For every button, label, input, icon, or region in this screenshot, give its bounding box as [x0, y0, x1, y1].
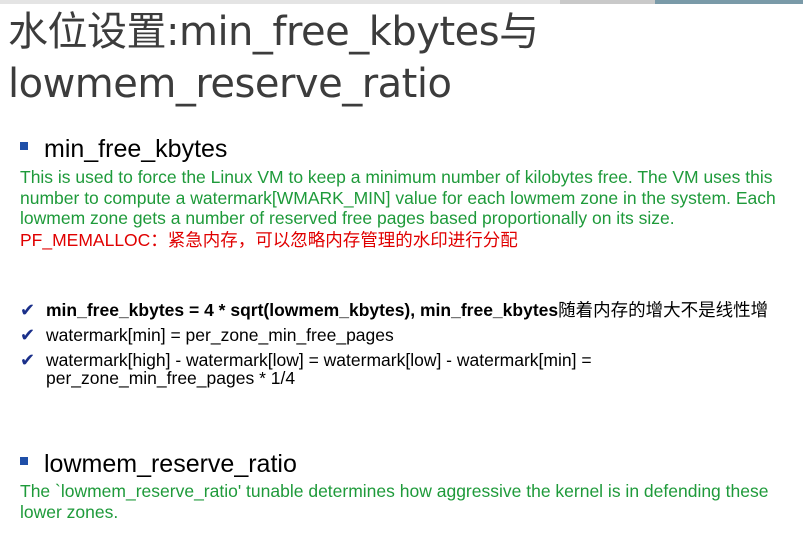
section-description: The `lowmem_reserve_ratio' tunable deter… [20, 481, 769, 522]
section-heading: lowmem_reserve_ratio [44, 449, 297, 478]
check-mark-icon: ✔ [20, 350, 36, 370]
check-item: ✔ min_free_kbytes = 4 * sqrt(lowmem_kbyt… [20, 301, 800, 319]
check-item: ✔ watermark[high] - watermark[low] = wat… [20, 351, 800, 387]
section-heading-row: lowmem_reserve_ratio [20, 449, 790, 479]
slide-title: 水位设置:min_free_kbytes与 lowmem_reserve_rat… [8, 6, 539, 110]
section-min-free-kbytes: min_free_kbytes This is used to force th… [20, 134, 790, 251]
check-item-rest: 随着内存的增大不是线性增 [558, 300, 769, 320]
check-item-text: watermark[min] = per_zone_min_free_pages [46, 325, 394, 345]
section-note: PF_MEMALLOC：紧急内存，可以忽略内存管理的水印进行分配 [20, 229, 518, 250]
check-item: ✔ watermark[min] = per_zone_min_free_pag… [20, 326, 800, 344]
check-item-text: watermark[high] - watermark[low] = water… [46, 350, 592, 388]
section-description: This is used to force the Linux VM to ke… [20, 167, 776, 228]
check-mark-icon: ✔ [20, 300, 36, 320]
check-mark-icon: ✔ [20, 325, 36, 345]
square-bullet-icon [20, 142, 28, 150]
section-lowmem-reserve-ratio: lowmem_reserve_ratio The `lowmem_reserve… [20, 449, 790, 522]
check-list: ✔ min_free_kbytes = 4 * sqrt(lowmem_kbyt… [20, 301, 800, 394]
top-accent-bar [0, 0, 803, 4]
section-heading-row: min_free_kbytes [20, 134, 790, 164]
top-bar-mid [560, 0, 655, 4]
top-bar-light [0, 0, 560, 4]
square-bullet-icon [20, 457, 28, 465]
check-item-text: min_free_kbytes = 4 * sqrt(lowmem_kbytes… [46, 301, 800, 319]
check-item-bold: min_free_kbytes = 4 * sqrt(lowmem_kbytes… [46, 300, 559, 320]
section-heading: min_free_kbytes [44, 134, 228, 163]
slide-title-line1: 水位设置:min_free_kbytes与 [8, 9, 539, 55]
top-bar-accent [655, 0, 803, 4]
slide-title-line2: lowmem_reserve_ratio [8, 61, 452, 107]
